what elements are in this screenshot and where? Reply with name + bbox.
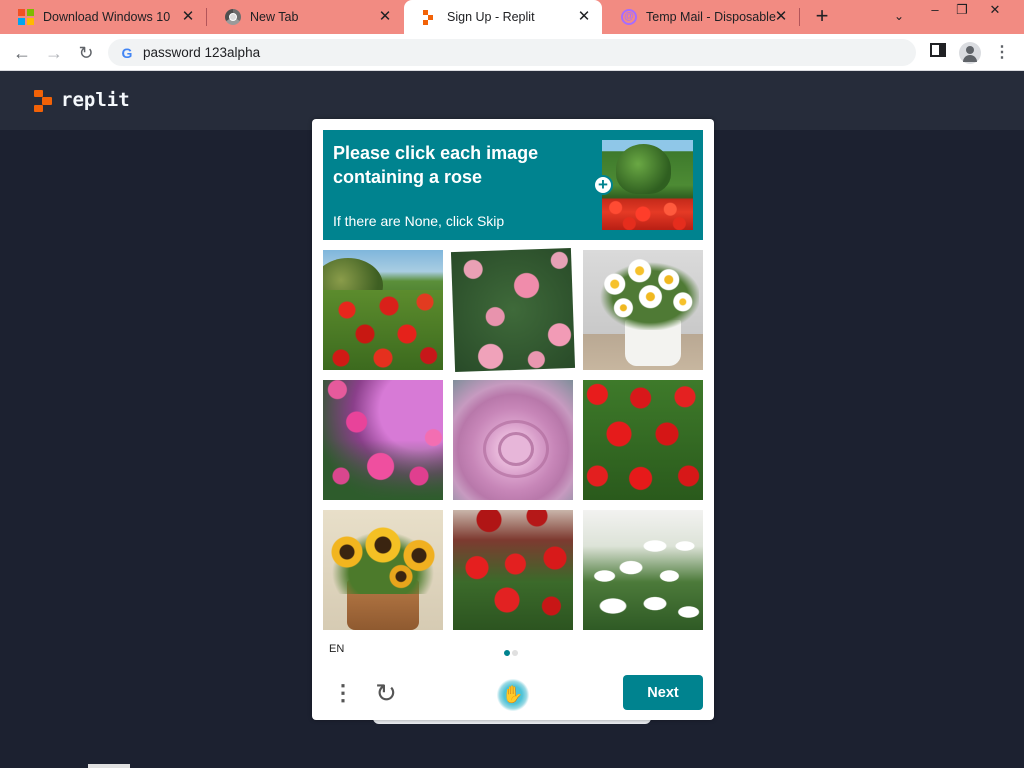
at-sign-icon: @ xyxy=(621,9,637,25)
captcha-tile-3[interactable] xyxy=(583,250,703,370)
page-dot-active xyxy=(504,650,510,656)
captcha-prompt-subtitle: If there are None, click Skip xyxy=(333,213,505,229)
captcha-tile-4[interactable] xyxy=(323,380,443,500)
tab-title: Sign Up - Replit xyxy=(447,10,535,24)
reload-icon[interactable]: ↻ xyxy=(74,41,98,65)
brand-name[interactable]: replit xyxy=(61,89,130,111)
profile-avatar-icon[interactable] xyxy=(959,42,981,64)
more-vertical-icon[interactable]: ⋮ xyxy=(991,42,1013,64)
google-icon: G xyxy=(121,44,133,61)
captcha-image-grid xyxy=(323,247,703,630)
tab-title: New Tab xyxy=(250,10,299,24)
captcha-challenge: Please click each image containing a ros… xyxy=(312,119,714,720)
more-vertical-icon[interactable]: ⋮ xyxy=(332,681,354,707)
language-selector[interactable]: EN xyxy=(329,643,344,655)
browser-toolbar: ← → ↻ G password 123alpha ⋮ xyxy=(0,34,1024,71)
zoom-plus-icon[interactable]: + xyxy=(593,175,613,195)
close-icon[interactable]: ✕ xyxy=(773,9,789,25)
captcha-tile-6[interactable] xyxy=(583,380,703,500)
restore-button[interactable]: ❐ xyxy=(947,2,977,20)
page-dot xyxy=(512,650,518,656)
page-indicator xyxy=(504,650,518,656)
tab-sign-up-replit[interactable]: Sign Up - Replit ✕ xyxy=(404,0,602,34)
side-panel-icon[interactable] xyxy=(927,42,949,64)
close-icon[interactable]: ✕ xyxy=(377,9,393,25)
next-button[interactable]: Next xyxy=(623,675,703,710)
address-bar-text[interactable]: password 123alpha xyxy=(143,45,260,60)
windows-logo-icon xyxy=(18,9,34,25)
refresh-icon[interactable]: ↻ xyxy=(372,679,400,707)
tab-new-tab[interactable]: New Tab ✕ xyxy=(207,0,403,34)
forward-arrow-icon[interactable]: → xyxy=(42,41,66,65)
close-icon[interactable]: ✕ xyxy=(180,9,196,25)
address-bar[interactable]: G password 123alpha xyxy=(108,39,916,66)
taskbar-edge xyxy=(88,764,130,768)
tab-title: Download Windows 10 xyxy=(43,10,171,24)
replit-logo-icon[interactable] xyxy=(34,90,52,112)
captcha-prompt-title: Please click each image containing a ros… xyxy=(333,143,539,187)
tab-download-windows[interactable]: Download Windows 10 ✕ xyxy=(0,0,206,34)
captcha-tile-1[interactable] xyxy=(323,250,443,370)
example-image[interactable] xyxy=(602,140,693,230)
captcha-tile-7[interactable] xyxy=(323,510,443,630)
captcha-tile-5[interactable] xyxy=(453,380,573,500)
tab-strip: Download Windows 10 ✕ New Tab ✕ Sign Up … xyxy=(0,0,1024,34)
hcaptcha-logo-icon[interactable]: ✋ xyxy=(497,679,529,711)
tab-temp-mail[interactable]: @ Temp Mail - Disposable ✕ xyxy=(603,0,799,34)
minimize-button[interactable]: – xyxy=(920,2,950,20)
captcha-tile-9[interactable] xyxy=(583,510,703,630)
captcha-tile-2[interactable] xyxy=(450,247,576,373)
tab-divider xyxy=(799,8,800,26)
captcha-tile-8[interactable] xyxy=(453,510,573,630)
captcha-prompt: Please click each image containing a ros… xyxy=(323,130,703,240)
close-icon[interactable]: ✕ xyxy=(576,9,592,25)
chevron-down-icon[interactable]: ⌄ xyxy=(890,9,908,27)
window-close-button[interactable]: ✕ xyxy=(980,2,1010,20)
back-arrow-icon[interactable]: ← xyxy=(10,41,34,65)
new-tab-button[interactable]: + xyxy=(811,5,833,28)
chrome-icon xyxy=(225,9,241,25)
replit-icon xyxy=(422,9,438,25)
tab-title: Temp Mail - Disposable xyxy=(646,10,776,24)
captcha-footer: ⋮ ↻ ✋ Next xyxy=(312,669,714,720)
